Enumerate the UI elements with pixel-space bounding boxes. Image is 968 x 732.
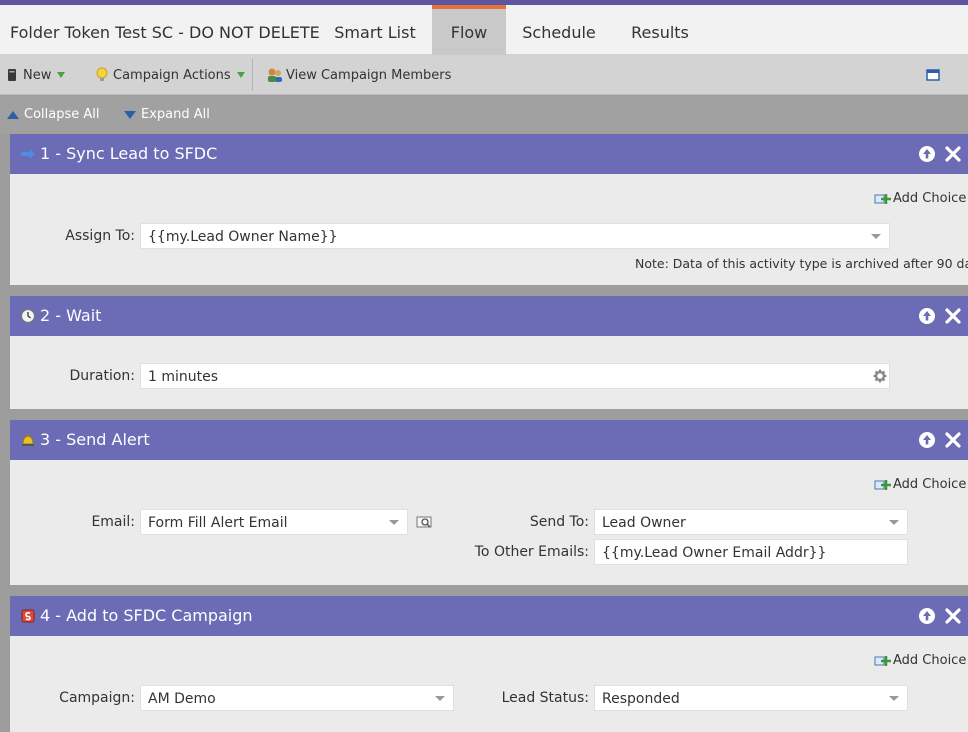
new-icon [8, 69, 16, 81]
step-header[interactable]: 2 - Wait [10, 296, 968, 336]
add-choice-label: Add Choice [893, 653, 967, 668]
members-icon [268, 68, 282, 82]
flow-step-add-sfdc-campaign: 4 - Add to SFDC Campaign Add Choice Camp… [10, 596, 968, 732]
assign-to-value: {{my.Lead Owner Name}} [148, 229, 338, 245]
gear-icon[interactable] [873, 369, 887, 383]
collapse-expand-bar: Collapse All Expand All [0, 96, 968, 134]
dropdown-caret-icon [889, 520, 899, 525]
assign-to-select[interactable]: {{my.Lead Owner Name}} [140, 223, 890, 249]
lead-status-select[interactable]: Responded [594, 685, 908, 711]
step-header[interactable]: 1 - Sync Lead to SFDC [10, 134, 968, 174]
add-choice-label: Add Choice [893, 191, 967, 206]
campaign-actions-button[interactable]: Campaign Actions [96, 55, 245, 95]
flow-step-send-alert: 3 - Send Alert Add Choice Email: Form Fi… [10, 420, 968, 585]
toolbar: New Campaign Actions View Campaign Membe… [0, 55, 968, 95]
to-other-emails-value: {{my.Lead Owner Email Addr}} [602, 545, 827, 561]
toolbar-divider [252, 59, 253, 91]
lightbulb-icon [96, 67, 108, 81]
collapse-all-label: Collapse All [24, 107, 100, 122]
sync-arrow-icon [21, 149, 35, 159]
send-to-select[interactable]: Lead Owner [594, 509, 908, 535]
campaign-value: AM Demo [148, 691, 216, 707]
step-title: 3 - Send Alert [40, 430, 150, 449]
window-icon [926, 69, 940, 81]
campaign-label: Campaign: [59, 690, 135, 706]
dropdown-caret-icon [889, 696, 899, 701]
add-choice-button[interactable]: Add Choice [874, 653, 966, 668]
salesforce-icon [21, 609, 35, 623]
tab-smart-list[interactable]: Smart List [318, 5, 432, 55]
step-header[interactable]: 3 - Send Alert [10, 420, 968, 460]
archive-note: Note: Data of this activity type is arch… [635, 256, 968, 271]
preview-email-icon[interactable] [416, 515, 434, 529]
duration-field[interactable]: 1 minutes [140, 363, 890, 389]
expand-all-label: Expand All [141, 107, 210, 122]
move-up-icon[interactable] [918, 607, 936, 625]
triangle-down-icon [124, 110, 136, 119]
triangle-up-icon [7, 110, 19, 119]
to-other-emails-input[interactable]: {{my.Lead Owner Email Addr}} [594, 539, 908, 565]
dropdown-caret-icon [435, 696, 445, 701]
send-to-value: Lead Owner [602, 515, 686, 531]
chevron-down-icon [236, 72, 245, 78]
flow-step-wait: 2 - Wait Duration: 1 minutes [10, 296, 968, 409]
add-choice-button[interactable]: Add Choice [874, 191, 966, 206]
expand-all-button[interactable]: Expand All [124, 107, 210, 122]
assign-to-label: Assign To: [65, 228, 135, 244]
duration-value: 1 minutes [148, 369, 219, 385]
email-select[interactable]: Form Fill Alert Email [140, 509, 408, 535]
chevron-down-icon [57, 72, 66, 78]
tab-results[interactable]: Results [612, 5, 708, 55]
campaign-actions-label: Campaign Actions [113, 67, 231, 83]
step-header[interactable]: 4 - Add to SFDC Campaign [10, 596, 968, 636]
email-value: Form Fill Alert Email [148, 515, 288, 531]
collapse-all-button[interactable]: Collapse All [7, 107, 100, 122]
add-choice-icon [874, 193, 891, 204]
step-title: 2 - Wait [40, 306, 102, 325]
delete-step-icon[interactable] [944, 145, 962, 163]
to-other-emails-label: To Other Emails: [474, 544, 589, 560]
lead-status-value: Responded [602, 691, 680, 707]
delete-step-icon[interactable] [944, 607, 962, 625]
new-label: New [23, 67, 52, 83]
view-campaign-members-label: View Campaign Members [286, 67, 452, 83]
campaign-select[interactable]: AM Demo [140, 685, 454, 711]
clock-icon [20, 308, 36, 324]
send-to-label: Send To: [529, 514, 589, 530]
step-title: 4 - Add to SFDC Campaign [40, 606, 253, 625]
dropdown-caret-icon [871, 234, 881, 239]
delete-step-icon[interactable] [944, 431, 962, 449]
program-title: Folder Token Test SC - DO NOT DELETE [10, 23, 320, 42]
duration-label: Duration: [69, 368, 135, 384]
alert-bell-icon [22, 433, 34, 446]
move-up-icon[interactable] [918, 145, 936, 163]
add-choice-icon [874, 655, 891, 666]
lead-status-label: Lead Status: [501, 690, 589, 706]
step-title: 1 - Sync Lead to SFDC [40, 144, 218, 163]
move-up-icon[interactable] [918, 431, 936, 449]
move-up-icon[interactable] [918, 307, 936, 325]
dropdown-caret-icon [389, 520, 399, 525]
delete-step-icon[interactable] [944, 307, 962, 325]
tab-flow[interactable]: Flow [432, 5, 506, 55]
add-choice-label: Add Choice [893, 477, 967, 492]
flow-step-sync-lead: 1 - Sync Lead to SFDC Add Choice Assign … [10, 134, 968, 285]
new-menu-button[interactable]: New [7, 55, 66, 95]
email-label: Email: [91, 514, 135, 530]
view-campaign-members-button[interactable]: View Campaign Members [266, 55, 451, 95]
add-choice-icon [874, 479, 891, 490]
window-toggle-button[interactable] [926, 55, 940, 95]
tab-bar: Folder Token Test SC - DO NOT DELETE Sma… [0, 5, 968, 55]
add-choice-button[interactable]: Add Choice [874, 477, 966, 492]
tab-schedule[interactable]: Schedule [506, 5, 612, 55]
